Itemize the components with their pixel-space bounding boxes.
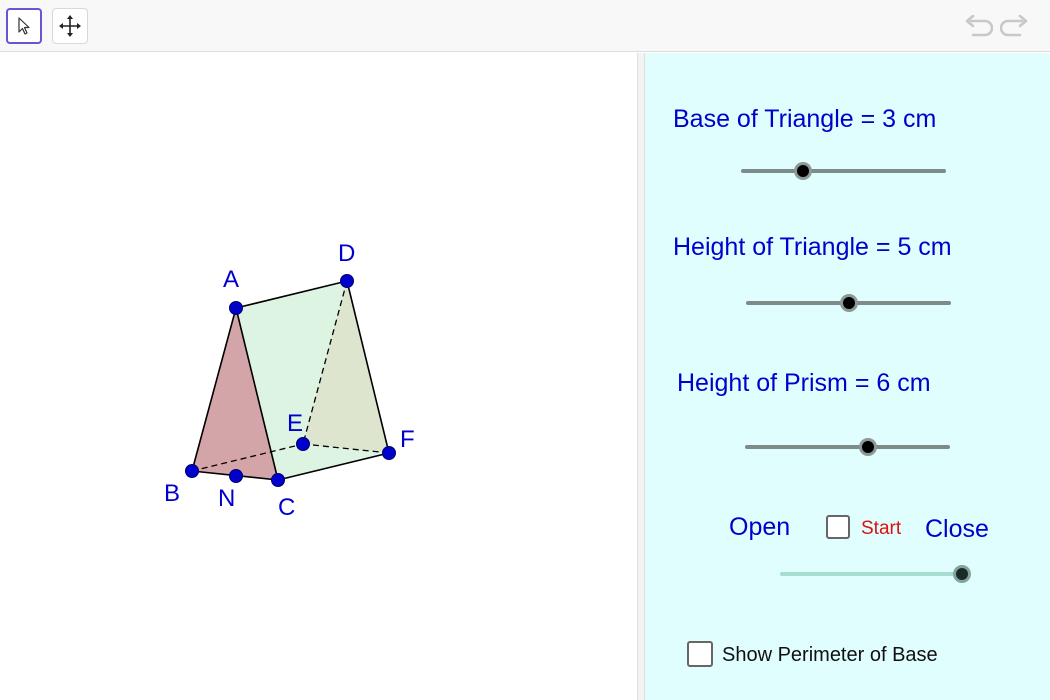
start-checkbox[interactable]: [826, 515, 850, 539]
height-prism-slider-label: Height of Prism = 6 cm: [677, 369, 931, 397]
height-triangle-slider-thumb[interactable]: [839, 294, 858, 312]
point-a[interactable]: [229, 301, 243, 315]
base-slider-track: [741, 169, 946, 173]
show-perimeter-label: Show Perimeter of Base: [722, 644, 938, 666]
close-label: Close: [925, 515, 989, 543]
height-triangle-slider[interactable]: [746, 293, 951, 313]
height-prism-slider-thumb[interactable]: [859, 438, 877, 456]
label-e: E: [287, 410, 303, 437]
redo-button[interactable]: [1000, 12, 1030, 42]
redo-icon: [1000, 15, 1028, 37]
point-f[interactable]: [382, 446, 396, 460]
base-slider-thumb[interactable]: [793, 162, 812, 180]
open-close-slider-thumb[interactable]: [953, 565, 971, 583]
undo-icon: [965, 15, 993, 37]
four-way-arrow-icon: [59, 15, 81, 37]
open-label: Open: [729, 513, 791, 541]
graphics-view[interactable]: A D E F B N C: [0, 53, 637, 700]
point-d[interactable]: [340, 274, 354, 288]
label-d: D: [338, 240, 355, 267]
point-n[interactable]: [229, 469, 243, 483]
height-prism-slider-track: [745, 445, 950, 449]
move-view-tool-button[interactable]: [52, 8, 88, 44]
toolbar: [0, 0, 1050, 52]
show-perimeter-checkbox[interactable]: [687, 641, 713, 667]
base-slider-label: Base of Triangle = 3 cm: [673, 105, 937, 133]
start-label: Start: [861, 518, 902, 539]
open-close-slider[interactable]: [780, 564, 971, 584]
base-slider[interactable]: [741, 161, 946, 181]
label-n: N: [218, 485, 235, 512]
move-tool-button[interactable]: [6, 8, 42, 44]
point-c[interactable]: [271, 473, 285, 487]
height-prism-slider[interactable]: [745, 437, 950, 457]
point-e[interactable]: [296, 437, 310, 451]
point-b[interactable]: [185, 464, 199, 478]
label-f: F: [400, 426, 415, 453]
view-divider[interactable]: [637, 53, 645, 700]
open-close-slider-track: [780, 572, 962, 576]
undo-button[interactable]: [963, 12, 993, 42]
prism-figure: A D E F B N C: [164, 240, 415, 521]
label-a: A: [223, 266, 239, 293]
cursor-arrow-icon: [18, 17, 30, 35]
label-b: B: [164, 480, 180, 507]
height-triangle-slider-label: Height of Triangle = 5 cm: [673, 233, 952, 261]
label-c: C: [278, 494, 295, 521]
control-panel: Base of Triangle = 3 cm Height of Triang…: [645, 53, 1050, 700]
